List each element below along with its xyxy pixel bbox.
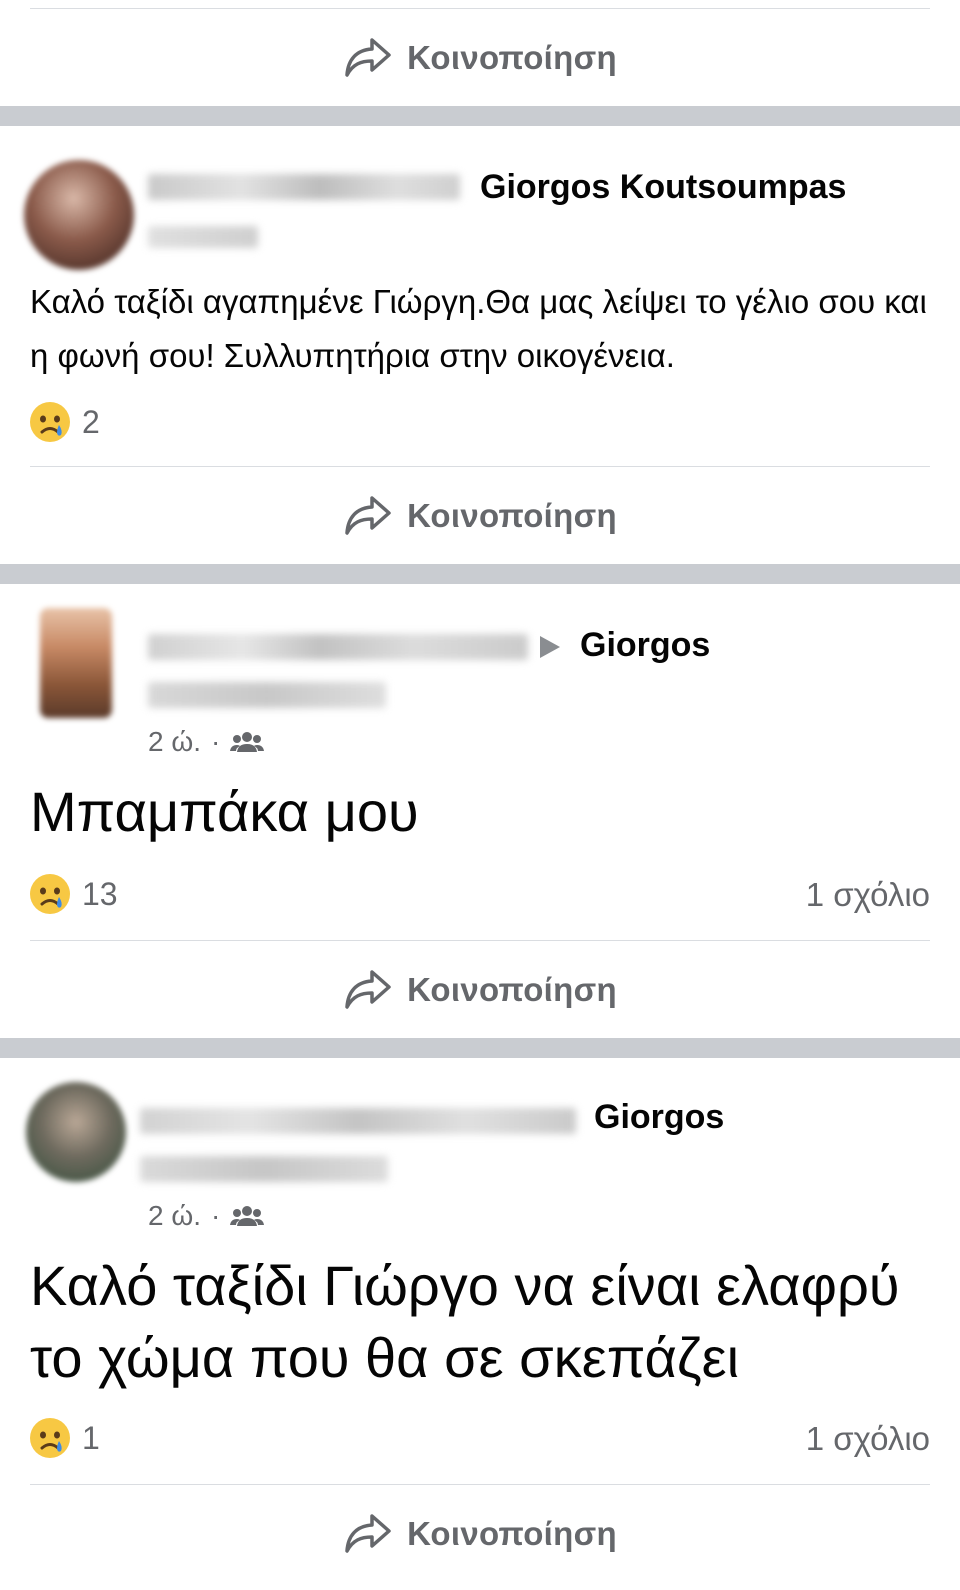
blurred-meta [148, 226, 258, 248]
share-label: Κοινοποίηση [407, 1515, 617, 1552]
divider [30, 466, 930, 467]
reaction-count: 2 [82, 403, 100, 440]
friends-icon [230, 1206, 265, 1226]
post-separator [0, 1038, 960, 1058]
sad-crying-face-icon [28, 1416, 72, 1460]
share-arrow-icon [345, 1514, 391, 1553]
share-row: Κοινοποίηση [0, 960, 960, 1020]
meta-separator: · [211, 726, 221, 757]
post-text: Μπαμπάκα μου [30, 780, 419, 843]
avatar[interactable] [40, 608, 112, 718]
post-target-name[interactable]: Giorgos Koutsoumpas [480, 168, 846, 207]
share-button[interactable]: Κοινοποίηση [343, 1511, 617, 1557]
share-label: Κοινοποίηση [407, 497, 617, 534]
arrow-right-icon [540, 636, 560, 658]
reaction-count: 1 [82, 1419, 100, 1456]
reaction-count: 13 [82, 875, 118, 912]
blurred-name [148, 682, 386, 708]
divider [30, 8, 930, 9]
reaction-summary[interactable]: 1 [28, 1416, 100, 1460]
post-text: Καλό ταξίδι Γιώργο να είναι ελαφρύ το χώ… [30, 1254, 900, 1389]
reaction-summary[interactable]: 13 [28, 872, 118, 916]
divider [30, 1484, 930, 1485]
post-meta: 2 ώ. · [148, 1200, 265, 1232]
post-meta: 2 ώ. · [148, 726, 265, 758]
share-arrow-icon [345, 970, 391, 1009]
comment-count[interactable]: 1 σχόλιο [806, 876, 930, 914]
divider [30, 940, 930, 941]
blurred-name [148, 174, 460, 200]
share-button[interactable]: Κοινοποίηση [343, 35, 617, 81]
post-time[interactable]: 2 ώ. [148, 726, 201, 758]
sad-crying-face-icon [28, 400, 72, 444]
blurred-name [148, 634, 528, 660]
meta-separator: · [211, 1200, 221, 1231]
blurred-name [140, 1156, 388, 1182]
avatar[interactable] [24, 160, 134, 270]
share-button[interactable]: Κοινοποίηση [343, 493, 617, 539]
share-label: Κοινοποίηση [407, 971, 617, 1008]
facebook-feed: Κοινοποίηση Giorgos Koutsoumpas Καλό ταξ… [0, 0, 960, 1590]
friends-icon [230, 732, 265, 752]
sad-crying-face-icon [28, 872, 72, 916]
post-target-name[interactable]: Giorgos [594, 1098, 724, 1137]
post-separator [0, 564, 960, 584]
avatar[interactable] [26, 1082, 126, 1182]
share-arrow-icon [345, 38, 391, 77]
blurred-name [140, 1108, 576, 1134]
share-button[interactable]: Κοινοποίηση [343, 967, 617, 1013]
share-row: Κοινοποίηση [0, 1504, 960, 1564]
reaction-summary[interactable]: 2 [28, 400, 100, 444]
share-row: Κοινοποίηση [0, 28, 960, 88]
share-arrow-icon [345, 496, 391, 535]
comment-count[interactable]: 1 σχόλιο [806, 1420, 930, 1458]
post-text: Καλό ταξίδι αγαπημένε Γιώργη.Θα μας λείψ… [30, 283, 927, 374]
post-target-name[interactable]: Giorgos [580, 626, 710, 665]
share-label: Κοινοποίηση [407, 39, 617, 76]
post-separator [0, 106, 960, 126]
post-time[interactable]: 2 ώ. [148, 1200, 201, 1232]
share-row: Κοινοποίηση [0, 486, 960, 546]
